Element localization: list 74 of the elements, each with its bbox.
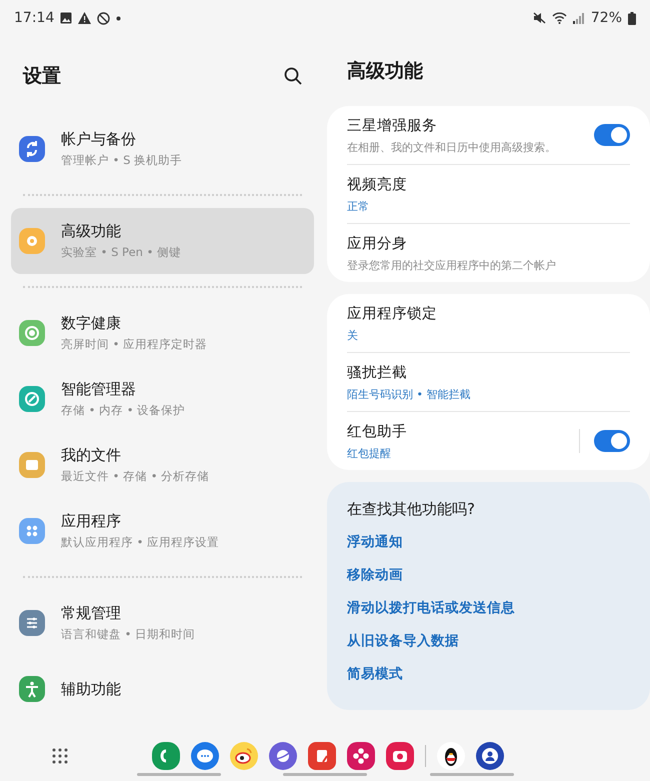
- flower-app-icon[interactable]: [347, 742, 375, 770]
- settings-item[interactable]: 数字健康 亮屏时间 • 应用程序定时器: [11, 300, 314, 366]
- item-title: 智能管理器: [61, 380, 137, 399]
- nav-handle[interactable]: [430, 773, 514, 776]
- toggle-switch[interactable]: [594, 124, 630, 146]
- camera-app-icon[interactable]: [386, 742, 414, 770]
- suggestion-link[interactable]: 浮动通知: [347, 531, 630, 564]
- settings-item[interactable]: 我的文件 最近文件 • 存储 • 分析存储: [11, 432, 314, 498]
- item-subtitle: 默认应用程序 • 应用程序设置: [61, 535, 220, 550]
- search-icon[interactable]: [284, 67, 302, 85]
- option-row[interactable]: 应用分身 登录您常用的社交应用程序中的第二个帐户: [347, 223, 630, 282]
- suggestion-link[interactable]: 从旧设备导入数据: [347, 630, 630, 663]
- settings-item[interactable]: 帐户与备份 管理帐户 • S 换机助手: [11, 116, 314, 182]
- option-summary: 关: [347, 328, 359, 342]
- item-title: 常规管理: [61, 604, 122, 623]
- option-title[interactable]: 骚扰拦截: [347, 362, 630, 382]
- nav-handle[interactable]: [137, 773, 221, 776]
- item-subtitle: 最近文件 • 存储 • 分析存储: [61, 469, 210, 484]
- option-title[interactable]: 应用程序锁定: [347, 304, 630, 322]
- toggle-switch[interactable]: [594, 430, 630, 452]
- item-subtitle: 实验室 • S Pen • 侧键: [61, 245, 182, 260]
- item-subtitle: 语言和键盘 • 日期和时间: [61, 627, 196, 642]
- settings-item[interactable]: 辅助功能: [11, 656, 314, 722]
- suggestion-link[interactable]: 简易模式: [347, 663, 630, 696]
- panel-title: 高级功能: [347, 59, 423, 84]
- suggestion-link[interactable]: 滑动以拨打电话或发送信息: [347, 597, 630, 630]
- phone-app-icon[interactable]: [152, 742, 180, 770]
- signal-icon: [572, 12, 585, 24]
- option-summary: 正常: [347, 198, 370, 214]
- item-subtitle: 存储 • 内存 • 设备保护: [61, 403, 186, 418]
- option-summary: 登录您常用的社交应用程序中的第二个帐户: [347, 258, 557, 272]
- blocked-icon: [97, 12, 110, 24]
- option-row[interactable]: 视频亮度 正常: [347, 164, 630, 223]
- item-title: 应用程序: [61, 512, 122, 531]
- option-row[interactable]: 三星增强服务 在相册、我的文件和日历中使用高级搜索。: [347, 106, 630, 164]
- eye-swirl-app-icon[interactable]: [230, 742, 258, 770]
- item-subtitle: 亮屏时间 • 应用程序定时器: [61, 337, 208, 352]
- settings-item[interactable]: 常规管理 语言和键盘 • 日期和时间: [11, 590, 314, 656]
- wifi-icon: [552, 12, 567, 24]
- image-icon: [60, 12, 72, 24]
- item-title: 高级功能: [61, 222, 122, 241]
- option-title[interactable]: 三星增强服务: [347, 116, 594, 134]
- page-title: 设置: [23, 64, 61, 89]
- contact-app-icon[interactable]: [476, 742, 504, 770]
- warning-icon: [78, 12, 92, 24]
- settings-item[interactable]: 高级功能 实验室 • S Pen • 侧键: [11, 208, 314, 274]
- suggestion-link[interactable]: 移除动画: [347, 564, 630, 597]
- option-summary: 在相册、我的文件和日历中使用高级搜索。: [347, 140, 557, 154]
- battery-icon: [628, 12, 636, 24]
- item-title: 帐户与备份: [61, 130, 137, 149]
- option-row[interactable]: 骚扰拦截 陌生号码识别 • 智能拦截: [347, 352, 630, 411]
- item-title: 辅助功能: [61, 680, 121, 698]
- note-app-icon[interactable]: [308, 742, 336, 770]
- clock: 17:14: [14, 10, 54, 26]
- suggestions-title: 在查找其他功能吗?: [347, 500, 476, 519]
- item-title: 数字健康: [61, 314, 122, 333]
- option-title[interactable]: 视频亮度: [347, 174, 630, 194]
- mute-icon: [532, 12, 546, 24]
- nav-handle[interactable]: [283, 773, 367, 776]
- settings-item[interactable]: 应用程序 默认应用程序 • 应用程序设置: [11, 498, 314, 564]
- option-row[interactable]: 应用程序锁定 关: [347, 294, 630, 352]
- battery-percentage: 72%: [590, 10, 622, 26]
- option-row[interactable]: 红包助手 红包提醒: [347, 411, 630, 470]
- penguin-app-icon[interactable]: [437, 742, 465, 770]
- option-title[interactable]: 应用分身: [347, 234, 630, 252]
- chat-app-icon[interactable]: [191, 742, 219, 770]
- item-title: 我的文件: [61, 446, 122, 465]
- dot-icon: [116, 16, 122, 20]
- option-summary: 陌生号码识别 • 智能拦截: [347, 386, 472, 402]
- option-title[interactable]: 红包助手: [347, 422, 579, 440]
- option-summary: 红包提醒: [347, 446, 392, 460]
- settings-item[interactable]: 智能管理器 存储 • 内存 • 设备保护: [11, 366, 314, 432]
- planet-app-icon[interactable]: [269, 742, 297, 770]
- item-subtitle: 管理帐户 • S 换机助手: [61, 153, 182, 168]
